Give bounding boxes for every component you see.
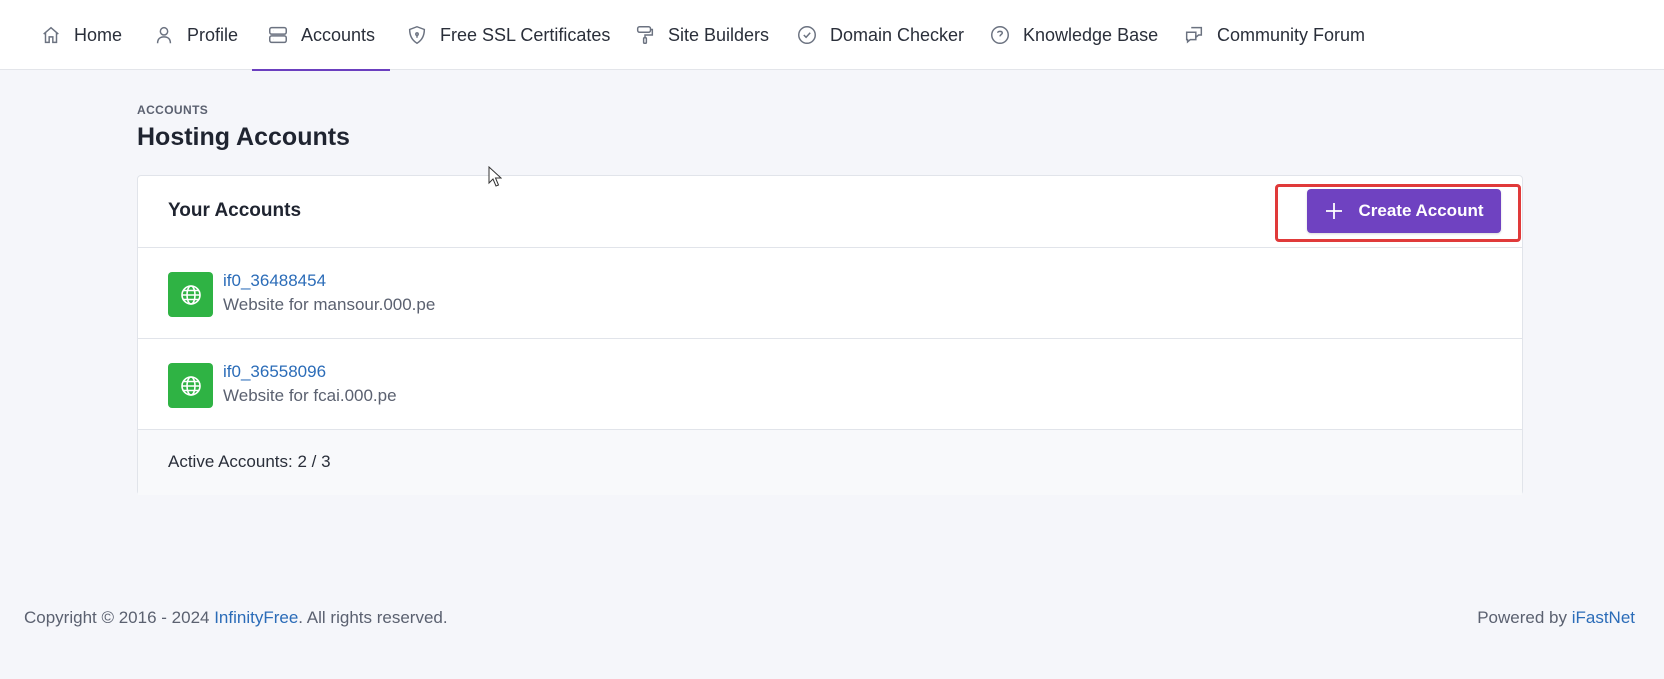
- create-account-button[interactable]: Create Account: [1307, 189, 1501, 233]
- card-header: Your Accounts Create Account: [138, 176, 1522, 248]
- active-accounts-count: Active Accounts: 2 / 3: [168, 452, 331, 471]
- globe-icon: [180, 375, 201, 396]
- top-navigation: Home Profile Accounts Free SSL Certifica…: [0, 0, 1664, 71]
- server-icon: [269, 26, 287, 44]
- nav-item-ssl[interactable]: Free SSL Certificates: [406, 0, 610, 70]
- accounts-card: Your Accounts Create Account if0_3648845…: [137, 175, 1523, 495]
- nav-item-site-builders[interactable]: Site Builders: [634, 0, 769, 70]
- nav-item-profile[interactable]: Profile: [153, 0, 238, 70]
- account-icon: [168, 272, 213, 317]
- copyright-text: Copyright © 2016 - 2024 InfinityFree. Al…: [24, 608, 448, 628]
- nav-item-knowledge-base[interactable]: Knowledge Base: [989, 0, 1158, 70]
- account-id-link[interactable]: if0_36488454: [223, 271, 326, 291]
- card-footer: Active Accounts: 2 / 3: [138, 430, 1522, 495]
- help-circle-icon: [991, 26, 1009, 44]
- paint-roller-icon: [636, 26, 654, 44]
- user-icon: [156, 26, 172, 44]
- nav-label-profile: Profile: [187, 24, 239, 45]
- ifastnet-link[interactable]: iFastNet: [1572, 608, 1635, 627]
- nav-label-home: Home: [74, 24, 123, 45]
- infinityfree-link[interactable]: InfinityFree: [214, 608, 298, 627]
- copyright-suffix: . All rights reserved.: [298, 608, 448, 627]
- nav-item-accounts[interactable]: Accounts: [251, 0, 391, 71]
- nav-label-domain-checker: Domain Checker: [830, 24, 965, 45]
- nav-item-community-forum[interactable]: Community Forum: [1183, 0, 1365, 70]
- powered-prefix: Powered by: [1477, 608, 1572, 627]
- nav-item-home[interactable]: Home: [40, 0, 122, 70]
- nav-label-accounts: Accounts: [301, 24, 376, 45]
- account-description: Website for mansour.000.pe: [223, 295, 436, 314]
- nav-label-knowledge-base: Knowledge Base: [1023, 24, 1159, 45]
- plus-icon: [1326, 203, 1343, 219]
- account-row[interactable]: if0_36488454 Website for mansour.000.pe: [138, 248, 1522, 339]
- page-title: Hosting Accounts: [137, 123, 350, 151]
- breadcrumb: ACCOUNTS: [137, 103, 209, 117]
- nav-label-community-forum: Community Forum: [1217, 24, 1366, 45]
- card-title: Your Accounts: [168, 200, 302, 221]
- home-icon: [43, 26, 59, 44]
- nav-label-site-builders: Site Builders: [668, 24, 770, 45]
- account-icon: [168, 363, 213, 408]
- globe-icon: [180, 284, 201, 305]
- account-description: Website for fcai.000.pe: [223, 386, 397, 405]
- create-account-label: Create Account: [1358, 201, 1484, 220]
- nav-label-ssl: Free SSL Certificates: [440, 24, 611, 45]
- check-circle-icon: [798, 26, 816, 44]
- copyright-prefix: Copyright © 2016 - 2024: [24, 608, 215, 627]
- account-id-link[interactable]: if0_36558096: [223, 362, 326, 382]
- nav-item-domain-checker[interactable]: Domain Checker: [796, 0, 964, 70]
- account-row[interactable]: if0_36558096 Website for fcai.000.pe: [138, 339, 1522, 430]
- messages-icon: [1185, 26, 1203, 44]
- powered-by-text: Powered by iFastNet: [1477, 608, 1635, 628]
- mouse-cursor-icon: [488, 166, 502, 187]
- shield-icon: [408, 25, 426, 45]
